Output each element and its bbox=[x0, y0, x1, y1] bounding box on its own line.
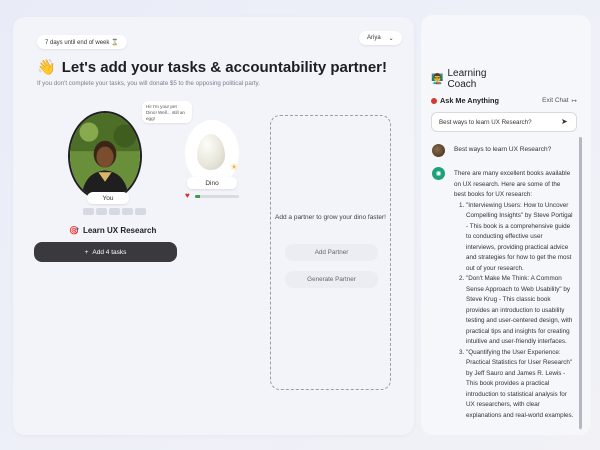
teacher-icon: 👨‍🏫 bbox=[431, 73, 444, 85]
you-label: You bbox=[87, 192, 129, 204]
sun-icon: ☀ bbox=[230, 162, 239, 172]
page-title-text: Let's add your tasks & accountability pa… bbox=[61, 58, 387, 76]
goal-text: Learn UX Research bbox=[82, 226, 157, 235]
heart-icon: ♥ bbox=[185, 191, 190, 200]
user-message: Best ways to learn UX Research? bbox=[454, 146, 552, 153]
page-title: 👋 Let's add your tasks & accountability … bbox=[37, 58, 387, 77]
page-subtitle: If you don't complete your tasks, you wi… bbox=[37, 80, 260, 87]
partner-slot: Add a partner to grow your dino faster! … bbox=[270, 115, 391, 390]
book-list-item: "Quantifying the User Experience: Practi… bbox=[466, 348, 574, 422]
bot-answer-intro: There are many excellent books available… bbox=[454, 170, 571, 199]
user-menu-dropdown[interactable]: Ariya ⌄ bbox=[359, 31, 402, 45]
record-dot-icon bbox=[431, 97, 437, 104]
bot-icon: ✺ bbox=[435, 170, 442, 178]
egg-icon bbox=[197, 134, 225, 170]
bot-message-avatar: ✺ bbox=[432, 167, 445, 180]
task-progress-dots bbox=[83, 208, 146, 215]
exit-chat-label: Exit Chat bbox=[542, 97, 569, 104]
coach-query-input[interactable] bbox=[431, 112, 577, 132]
add-tasks-button[interactable]: + Add 4 tasks bbox=[34, 242, 177, 262]
task-dot bbox=[135, 208, 146, 215]
book-list-item: "Interviewing Users: How to Uncover Comp… bbox=[466, 201, 574, 275]
exit-icon: ↦ bbox=[571, 97, 577, 105]
pet-health-bar bbox=[195, 195, 239, 198]
generate-partner-button[interactable]: Generate Partner bbox=[285, 271, 378, 288]
ask-label-text: Ask Me Anything bbox=[440, 96, 499, 105]
target-icon: 🎯 bbox=[69, 226, 79, 235]
days-remaining-badge: 7 days until end of week ⌛ bbox=[37, 35, 127, 49]
coach-title-text: Learning Coach bbox=[447, 68, 487, 90]
add-tasks-label: Add 4 tasks bbox=[92, 248, 127, 256]
bot-message: There are many excellent books available… bbox=[454, 169, 574, 421]
task-dot bbox=[122, 208, 133, 215]
chat-scrollbar-thumb[interactable] bbox=[579, 137, 582, 429]
exit-chat-button[interactable]: Exit Chat ↦ bbox=[542, 97, 577, 105]
send-icon[interactable]: ➤ bbox=[561, 117, 568, 126]
user-photo bbox=[70, 113, 140, 199]
goal-label: 🎯 Learn UX Research bbox=[69, 226, 156, 235]
task-dot bbox=[109, 208, 120, 215]
chevron-down-icon: ⌄ bbox=[388, 35, 394, 42]
user-avatar bbox=[68, 111, 142, 201]
wave-icon: 👋 bbox=[37, 59, 56, 76]
user-message-avatar bbox=[432, 144, 445, 157]
task-dot bbox=[83, 208, 94, 215]
ask-label: Ask Me Anything bbox=[431, 96, 499, 105]
user-name: Ariya bbox=[367, 35, 381, 41]
task-dot bbox=[96, 208, 107, 215]
main-card: 7 days until end of week ⌛ Ariya ⌄ 👋 Let… bbox=[13, 17, 414, 435]
pet-speech-bubble: Hi! I'm your pet Dino! Well... still an … bbox=[142, 101, 192, 123]
partner-prompt: Add a partner to grow your dino faster! bbox=[275, 214, 386, 221]
add-partner-button[interactable]: Add Partner bbox=[285, 244, 378, 261]
pet-name: Dino bbox=[187, 177, 237, 189]
coach-title: 👨‍🏫 Learning Coach bbox=[431, 68, 486, 90]
book-list-item: "Don't Make Me Think: A Common Sense App… bbox=[466, 274, 574, 348]
book-list: "Interviewing Users: How to Uncover Comp… bbox=[466, 201, 574, 422]
ask-row: Ask Me Anything Exit Chat ↦ bbox=[431, 96, 577, 105]
pet-health-fill bbox=[195, 195, 201, 198]
plus-icon: + bbox=[84, 248, 89, 256]
